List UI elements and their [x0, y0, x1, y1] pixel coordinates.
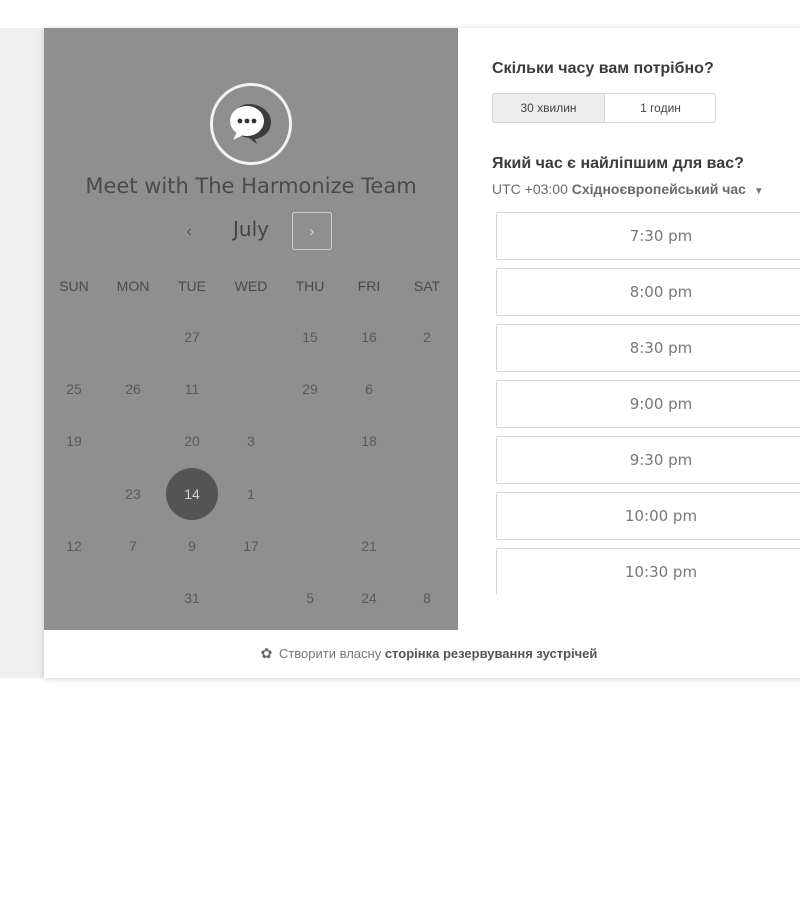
calendar-day[interactable]: 9 — [166, 520, 218, 572]
calendar-day[interactable]: 29 — [284, 363, 336, 415]
duration-selector: 30 хвилин 1 годин — [492, 93, 716, 123]
time-slot-button[interactable]: 10:30 pm — [496, 548, 800, 594]
calendar-day[interactable]: 27 — [166, 311, 218, 363]
calendar-day[interactable]: 31 — [166, 572, 218, 624]
time-slot-button[interactable]: 8:00 pm — [496, 268, 800, 316]
calendar-day[interactable]: 18 — [343, 415, 395, 467]
weekday-wed: WED — [234, 278, 268, 294]
calendar-day[interactable]: 23 — [107, 468, 159, 520]
weekday-sat: SAT — [413, 278, 441, 294]
prev-month-button[interactable]: ‹ — [172, 214, 206, 250]
chevron-left-icon: ‹ — [186, 223, 192, 240]
weekday-mon: MON — [116, 278, 150, 294]
meetings-widget: Meet with The Harmonize Team ‹ July › SU… — [44, 28, 800, 678]
calendar-day[interactable]: 20 — [166, 415, 218, 467]
month-label: July — [233, 217, 269, 241]
calendar-day[interactable]: 6 — [343, 363, 395, 415]
weekday-tue: TUE — [178, 278, 206, 294]
footer-text-prefix: Створити власну — [278, 646, 382, 661]
time-slot-list[interactable]: 7:30 pm 8:00 pm 8:30 pm 9:00 pm 9:30 pm 10:00… — [496, 212, 800, 594]
footer-link[interactable]: ✿ Створити власну сторінка резервування … — [44, 630, 800, 678]
time-slot-button[interactable]: 9:00 pm — [496, 380, 800, 428]
timezone-selector[interactable]: UTC +03:00 Східноєвропейський час ▼ — [492, 181, 764, 197]
weekday-sun: SUN — [59, 278, 89, 294]
calendar-day[interactable]: 1 — [225, 468, 277, 520]
booking-options-panel: Скільки часу вам потрібно? 30 хвилин 1 г… — [458, 28, 800, 630]
calendar-day[interactable]: 17 — [225, 520, 277, 572]
company-logo — [210, 83, 292, 165]
weekday-thu: THU — [295, 278, 325, 294]
duration-option-1hour[interactable]: 1 годин — [605, 94, 715, 122]
time-question: Який час є найліпшим для вас? — [492, 155, 744, 172]
calendar-day[interactable]: 21 — [343, 520, 395, 572]
calendar-day[interactable]: 3 — [225, 415, 277, 467]
hubspot-sprocket-icon: ✿ — [260, 645, 273, 661]
calendar-day[interactable]: 2 — [401, 311, 453, 363]
weekday-fri: FRI — [357, 278, 381, 294]
calendar-day[interactable]: 25 — [48, 363, 100, 415]
caret-down-icon: ▼ — [753, 186, 764, 197]
time-slot-button[interactable]: 8:30 pm — [496, 324, 800, 372]
calendar-day[interactable]: 7 — [107, 520, 159, 572]
calendar-day[interactable]: 16 — [343, 311, 395, 363]
chevron-right-icon: › — [309, 223, 315, 239]
timezone-name: Східноєвропейський час — [571, 181, 746, 197]
time-slot-button[interactable]: 7:30 pm — [496, 212, 800, 260]
calendar-day[interactable]: 24 — [343, 572, 395, 624]
time-slot-button[interactable]: 9:30 pm — [496, 436, 800, 484]
duration-question: Скільки часу вам потрібно? — [492, 60, 714, 77]
chat-bubble-icon — [230, 104, 271, 144]
next-month-button[interactable]: › — [292, 212, 332, 250]
duration-option-30min[interactable]: 30 хвилин — [493, 94, 605, 122]
calendar-day[interactable]: 26 — [107, 363, 159, 415]
calendar-day[interactable]: 5 — [284, 572, 336, 624]
calendar-day[interactable]: 8 — [401, 572, 453, 624]
timezone-offset: UTC +03:00 — [492, 181, 568, 197]
footer-text-bold: сторінка резервування зустрічей — [384, 646, 598, 661]
calendar-panel: Meet with The Harmonize Team ‹ July › SU… — [44, 28, 458, 630]
calendar-day[interactable]: 19 — [48, 415, 100, 467]
calendar-day[interactable]: 11 — [166, 363, 218, 415]
meeting-title: Meet with The Harmonize Team — [85, 174, 417, 198]
month-navigation: ‹ July › — [44, 212, 458, 252]
calendar-day[interactable]: 12 — [48, 520, 100, 572]
calendar-day[interactable]: 14 — [166, 468, 218, 520]
calendar-day[interactable]: 15 — [284, 311, 336, 363]
time-slot-button[interactable]: 10:00 pm — [496, 492, 800, 540]
